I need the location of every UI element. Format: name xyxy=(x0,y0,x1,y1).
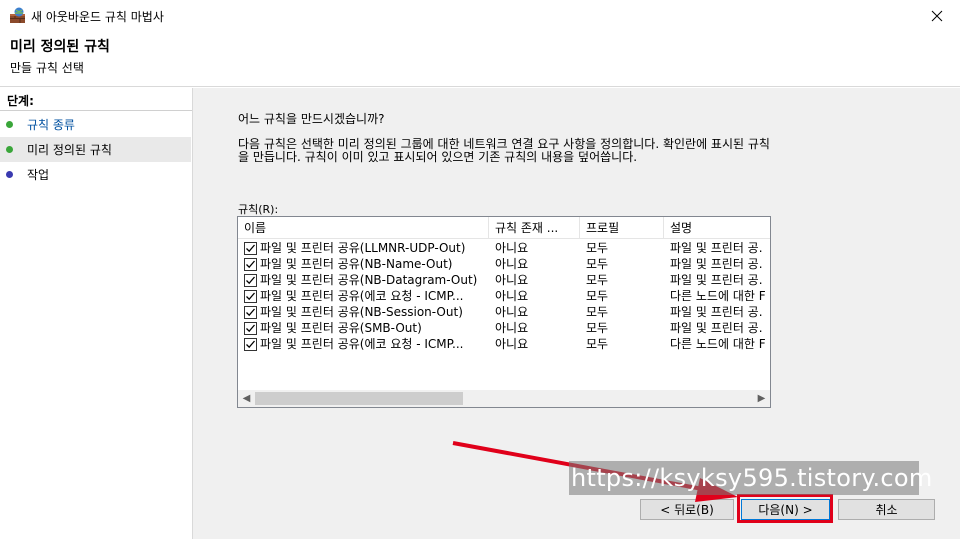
rule-profile: 모두 xyxy=(586,305,609,319)
rule-checkbox[interactable] xyxy=(244,242,257,255)
rule-name: 파일 및 프린터 공유(에코 요청 - ICMP... xyxy=(260,337,464,351)
rule-name: 파일 및 프린터 공유(NB-Name-Out) xyxy=(260,257,453,271)
next-button-highlight xyxy=(737,494,833,523)
rule-checkbox[interactable] xyxy=(244,274,257,287)
list-header: 이름 규칙 존재 ... 프로필 설명 xyxy=(238,217,770,239)
rule-name: 파일 및 프린터 공유(NB-Datagram-Out) xyxy=(260,273,478,287)
rule-description: 파일 및 프린터 공. xyxy=(670,305,763,319)
step-dot-icon xyxy=(6,121,13,128)
sidebar-item-rule-type[interactable]: 규칙 종류 xyxy=(0,112,191,137)
sidebar-item-label: 미리 정의된 규칙 xyxy=(27,143,112,157)
scroll-left-icon[interactable]: ◀ xyxy=(238,390,255,407)
rule-name: 파일 및 프린터 공유(LLMNR-UDP-Out) xyxy=(260,241,466,255)
column-header-description[interactable]: 설명 xyxy=(664,217,770,239)
rule-name: 파일 및 프린터 공유(NB-Session-Out) xyxy=(260,305,463,319)
firewall-app-icon xyxy=(10,7,25,23)
rule-checkbox[interactable] xyxy=(244,306,257,319)
column-header-name[interactable]: 이름 xyxy=(238,217,489,239)
description-text: 다음 규칙은 선택한 미리 정의된 그룹에 대한 네트워크 연결 요구 사항을 … xyxy=(238,137,770,164)
checkmark-icon xyxy=(246,292,255,301)
cancel-button[interactable]: 취소 xyxy=(838,499,935,520)
checkmark-icon xyxy=(246,340,255,349)
rule-description: 파일 및 프린터 공. xyxy=(670,321,763,335)
table-row[interactable]: 파일 및 프린터 공유(NB-Session-Out) 아니요 모두 파일 및 … xyxy=(238,304,770,320)
checkmark-icon xyxy=(246,276,255,285)
rule-description: 다른 노드에 대한 F xyxy=(670,337,766,351)
steps-sidebar: 단계: 규칙 종류 미리 정의된 규칙 작업 xyxy=(0,88,193,539)
steps-label: 단계: xyxy=(7,94,34,108)
close-icon xyxy=(931,10,943,21)
column-header-exists[interactable]: 규칙 존재 ... xyxy=(489,217,580,239)
rule-profile: 모두 xyxy=(586,321,609,335)
rule-profile: 모두 xyxy=(586,257,609,271)
sidebar-item-label: 규칙 종류 xyxy=(27,118,75,132)
horizontal-scrollbar[interactable]: ◀ ▶ xyxy=(238,390,770,407)
rule-profile: 모두 xyxy=(586,337,609,351)
window-title: 새 아웃바운드 규칙 마법사 xyxy=(31,10,164,24)
table-row[interactable]: 파일 및 프린터 공유(에코 요청 - ICMP... 아니요 모두 다른 노드… xyxy=(238,336,770,352)
rules-list[interactable]: 이름 규칙 존재 ... 프로필 설명 파일 및 프린터 공유(LLMNR-UD… xyxy=(237,216,771,408)
sidebar-item-predefined-rules: 미리 정의된 규칙 xyxy=(0,137,191,162)
rule-description: 다른 노드에 대한 F xyxy=(670,289,766,303)
rule-profile: 모두 xyxy=(586,273,609,287)
rule-checkbox[interactable] xyxy=(244,338,257,351)
table-row[interactable]: 파일 및 프린터 공유(SMB-Out) 아니요 모두 파일 및 프린터 공. xyxy=(238,320,770,336)
checkmark-icon xyxy=(246,244,255,253)
rule-name: 파일 및 프린터 공유(에코 요청 - ICMP... xyxy=(260,289,464,303)
title-bar: 새 아웃바운드 규칙 마법사 xyxy=(0,0,960,31)
rule-exists: 아니요 xyxy=(495,305,529,319)
scroll-right-icon[interactable]: ▶ xyxy=(753,390,770,407)
rule-exists: 아니요 xyxy=(495,337,529,351)
rule-exists: 아니요 xyxy=(495,321,529,335)
rule-checkbox[interactable] xyxy=(244,290,257,303)
rule-name: 파일 및 프린터 공유(SMB-Out) xyxy=(260,321,422,335)
rule-profile: 모두 xyxy=(586,289,609,303)
checkmark-icon xyxy=(246,308,255,317)
wizard-header: 미리 정의된 규칙 만들 규칙 선택 xyxy=(0,31,960,87)
rule-exists: 아니요 xyxy=(495,241,529,255)
rule-profile: 모두 xyxy=(586,241,609,255)
checkmark-icon xyxy=(246,324,255,333)
rule-checkbox[interactable] xyxy=(244,322,257,335)
table-row[interactable]: 파일 및 프린터 공유(NB-Datagram-Out) 아니요 모두 파일 및… xyxy=(238,272,770,288)
table-row[interactable]: 파일 및 프린터 공유(에코 요청 - ICMP... 아니요 모두 다른 노드… xyxy=(238,288,770,304)
checkmark-icon xyxy=(246,260,255,269)
rule-exists: 아니요 xyxy=(495,273,529,287)
scrollbar-thumb[interactable] xyxy=(255,392,463,405)
back-button[interactable]: < 뒤로(B) xyxy=(640,499,734,520)
rule-description: 파일 및 프린터 공. xyxy=(670,273,763,287)
close-button[interactable] xyxy=(914,0,960,31)
column-header-profile[interactable]: 프로필 xyxy=(580,217,664,239)
steps-divider xyxy=(0,110,192,111)
question-text: 어느 규칙을 만드시겠습니까? xyxy=(238,112,385,126)
watermark-url: https://ksyksy595.tistory.com xyxy=(569,461,932,495)
rules-label: 규칙(R): xyxy=(238,203,279,216)
table-row[interactable]: 파일 및 프린터 공유(LLMNR-UDP-Out) 아니요 모두 파일 및 프… xyxy=(238,240,770,256)
sidebar-item-label: 작업 xyxy=(27,168,50,182)
rule-exists: 아니요 xyxy=(495,289,529,303)
step-dot-icon xyxy=(6,146,13,153)
rule-description: 파일 및 프린터 공. xyxy=(670,241,763,255)
rule-exists: 아니요 xyxy=(495,257,529,271)
table-row[interactable]: 파일 및 프린터 공유(NB-Name-Out) 아니요 모두 파일 및 프린터… xyxy=(238,256,770,272)
page-subtitle: 만들 규칙 선택 xyxy=(10,61,84,75)
rule-description: 파일 및 프린터 공. xyxy=(670,257,763,271)
page-title: 미리 정의된 규칙 xyxy=(10,39,110,55)
step-dot-icon xyxy=(6,171,13,178)
rule-checkbox[interactable] xyxy=(244,258,257,271)
sidebar-item-action: 작업 xyxy=(0,162,191,187)
